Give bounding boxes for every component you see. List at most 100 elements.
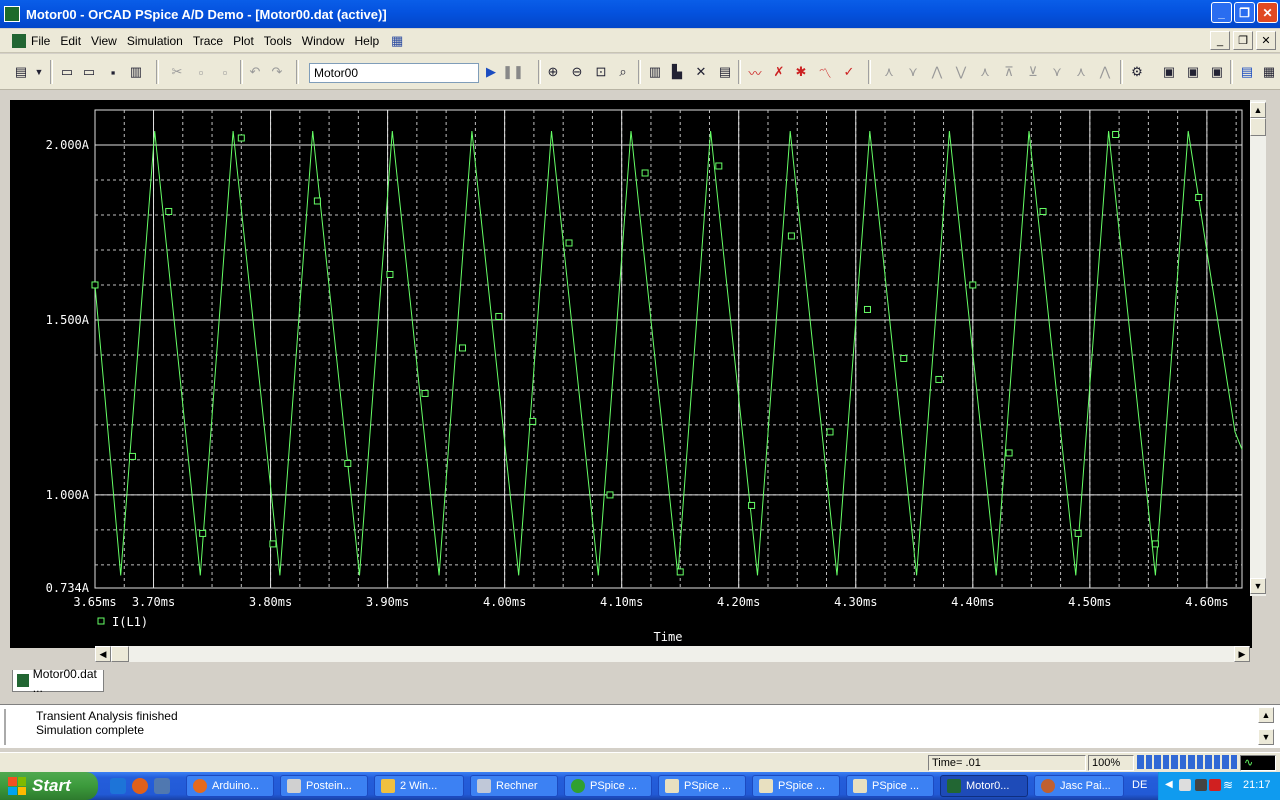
cursor-icon[interactable]: ✓ [840, 63, 858, 81]
task-pspice-2[interactable]: PSpice ... [658, 775, 746, 797]
document-icon[interactable] [12, 33, 26, 48]
language-indicator[interactable]: DE [1132, 779, 1147, 791]
menu-plot[interactable]: Plot [228, 34, 259, 48]
close-button[interactable]: ✕ [1257, 2, 1278, 23]
print-icon[interactable]: ▥ [127, 63, 145, 81]
output-file-icon[interactable]: ▣ [1208, 63, 1226, 81]
task-pspice-3[interactable]: PSpice ... [752, 775, 840, 797]
open-icon[interactable]: ▭ [58, 63, 76, 81]
undo-icon[interactable]: ↶ [246, 63, 264, 81]
task-windows-group[interactable]: 2 Win... [374, 775, 464, 797]
copy-icon[interactable]: ▫ [192, 63, 210, 81]
ie-icon[interactable] [110, 778, 126, 794]
waveform-plot[interactable]: 3.65ms 3.70ms 3.80ms 3.90ms 4.00ms 4.10ms 4.20… [10, 100, 1252, 648]
log-y-icon[interactable]: ▤ [716, 63, 734, 81]
task-motor00[interactable]: Motor0... [940, 775, 1028, 797]
mdi-minimize-button[interactable]: _ [1210, 31, 1230, 50]
menu-file[interactable]: File [26, 34, 55, 48]
menu-tools[interactable]: Tools [259, 34, 297, 48]
mark-icon[interactable]: 〽 [816, 63, 834, 81]
hscroll-thumb[interactable] [111, 646, 129, 662]
cut-icon[interactable]: ✂ [168, 63, 186, 81]
scroll-thumb[interactable] [1250, 118, 1266, 136]
tray-network-icon[interactable] [1195, 779, 1207, 791]
task-rechner[interactable]: Rechner [470, 775, 558, 797]
log-x-icon[interactable]: ▥ [646, 63, 664, 81]
output-grip[interactable] [4, 709, 14, 745]
redo-icon[interactable]: ↷ [268, 63, 286, 81]
clock[interactable]: 21:17 [1243, 779, 1271, 791]
menu-edit[interactable]: Edit [55, 34, 86, 48]
app-icon[interactable] [4, 6, 20, 22]
taskbar: Start Arduino... Postein... 2 Win... Rec… [0, 772, 1280, 800]
scroll-down-icon[interactable]: ▼ [1250, 578, 1266, 594]
menu-help[interactable]: Help [349, 34, 384, 48]
tray-app-icon[interactable] [1179, 779, 1191, 791]
cursor-slope-icon[interactable]: ⋀ [928, 63, 946, 81]
task-pspice-4[interactable]: PSpice ... [846, 775, 934, 797]
run-icon[interactable]: ▶ [482, 63, 500, 81]
minimize-button[interactable]: _ [1211, 2, 1232, 23]
add-trace-icon[interactable]: 〰 [746, 63, 764, 81]
scroll-right-icon[interactable]: ▶ [1234, 646, 1250, 662]
start-button[interactable]: Start [0, 772, 98, 800]
tray-arrow-icon[interactable]: ◀ [1165, 779, 1173, 790]
paste-icon[interactable]: ▫ [216, 63, 234, 81]
fourier-icon[interactable]: ▙ [668, 63, 686, 81]
maximize-button[interactable]: ❐ [1234, 2, 1255, 23]
pause-icon[interactable]: ❚❚ [502, 63, 524, 81]
task-label: PSpice ... [590, 780, 638, 792]
task-label: Motor0... [966, 780, 1010, 792]
cursor-peak-icon[interactable]: ⋏ [880, 63, 898, 81]
help-icon[interactable]: ▦ [388, 32, 406, 50]
menu-window[interactable]: Window [297, 34, 350, 48]
plot-window[interactable]: 3.65ms 3.70ms 3.80ms 3.90ms 4.00ms 4.10ms 4.20… [10, 100, 1252, 648]
cursor-max-icon[interactable]: ⋏ [976, 63, 994, 81]
menu-trace[interactable]: Trace [188, 34, 228, 48]
vertical-scrollbar[interactable]: ▲ ▼ [1250, 100, 1266, 596]
cursor-search-icon[interactable]: ⊻ [1024, 63, 1042, 81]
mark-label-icon[interactable]: ⋀ [1096, 63, 1114, 81]
new-dropdown-icon[interactable]: ▼ [30, 63, 48, 81]
prev-transition-icon[interactable]: ⋏ [1072, 63, 1090, 81]
task-pspice-1[interactable]: PSpice ... [564, 775, 652, 797]
task-arduino[interactable]: Arduino... [186, 775, 274, 797]
tab-motor00-dat[interactable]: Motor00.dat ... [12, 667, 104, 695]
zoom-fit-icon[interactable]: ⌕ [614, 63, 632, 81]
data-point-marker [935, 375, 943, 383]
wifi-icon[interactable]: ≋ [1223, 778, 1233, 792]
label-icon[interactable]: ✱ [792, 63, 810, 81]
tile-icon[interactable]: ▦ [1260, 63, 1278, 81]
window-icon[interactable]: ▤ [1238, 63, 1256, 81]
cursor-trough-icon[interactable]: ⋎ [904, 63, 922, 81]
zoom-in-icon[interactable]: ⊕ [544, 63, 562, 81]
cursor-point-icon[interactable]: ⊼ [1000, 63, 1018, 81]
netlist-icon[interactable]: ▣ [1184, 63, 1202, 81]
scroll-up-icon[interactable]: ▲ [1250, 102, 1266, 118]
performance-icon[interactable]: ✕ [692, 63, 710, 81]
menu-simulation[interactable]: Simulation [122, 34, 188, 48]
simulation-profile-select[interactable]: Motor00 [309, 63, 479, 83]
new-icon[interactable]: ▤ [12, 63, 30, 81]
cursor-min-icon[interactable]: ⋁ [952, 63, 970, 81]
open-folder-icon[interactable]: ▭ [80, 63, 98, 81]
menu-view[interactable]: View [86, 34, 122, 48]
zoom-area-icon[interactable]: ⊡ [592, 63, 610, 81]
task-jasc-paint[interactable]: Jasc Pai... [1034, 775, 1124, 797]
horizontal-scrollbar[interactable]: ◀ ▶ [95, 646, 1250, 662]
save-icon[interactable]: ▪ [104, 63, 122, 81]
task-postein[interactable]: Postein... [280, 775, 368, 797]
tray-security-icon[interactable] [1209, 779, 1221, 791]
output-scroll-up-icon[interactable]: ▲ [1258, 707, 1274, 723]
firefox-icon[interactable] [132, 778, 148, 794]
eval-goal-icon[interactable]: ✗ [770, 63, 788, 81]
explorer-icon[interactable] [154, 778, 170, 794]
output-scroll-down-icon[interactable]: ▼ [1258, 729, 1274, 745]
mdi-restore-button[interactable]: ❐ [1233, 31, 1253, 50]
next-transition-icon[interactable]: ⋎ [1048, 63, 1066, 81]
settings-icon[interactable]: ⚙ [1128, 63, 1146, 81]
scroll-left-icon[interactable]: ◀ [95, 646, 111, 662]
mdi-close-button[interactable]: ✕ [1256, 31, 1276, 50]
schematic-icon[interactable]: ▣ [1160, 63, 1178, 81]
zoom-out-icon[interactable]: ⊖ [568, 63, 586, 81]
